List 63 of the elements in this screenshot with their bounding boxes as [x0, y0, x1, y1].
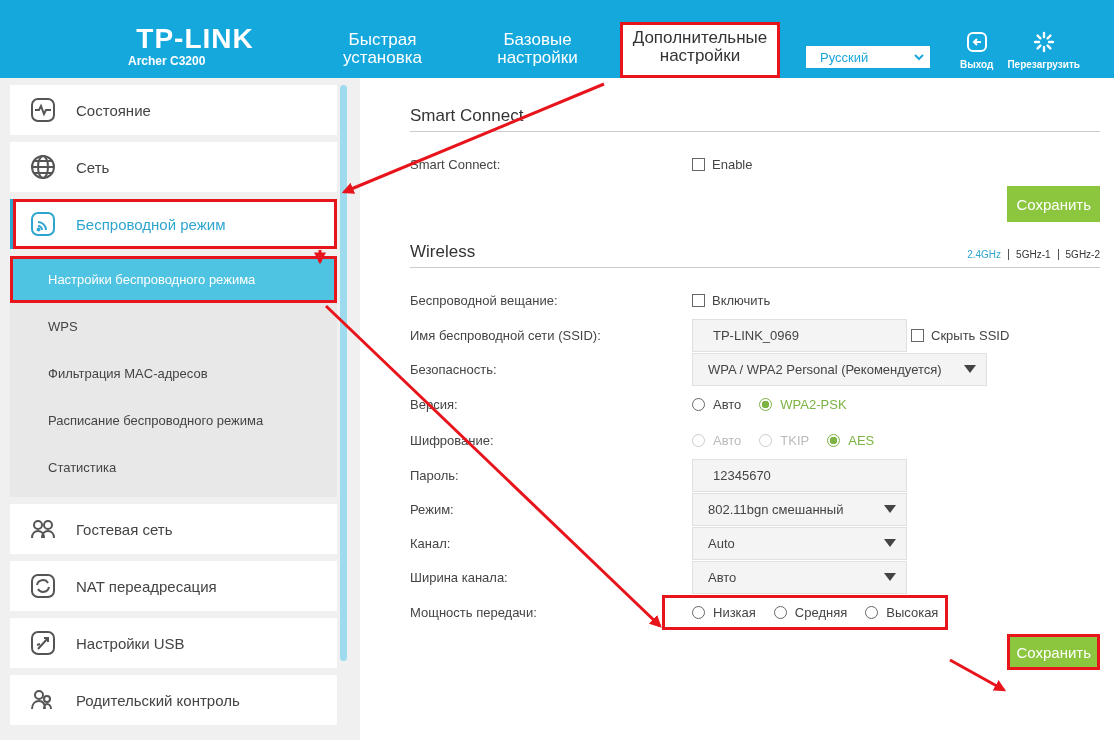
- radio-button[interactable]: [692, 397, 705, 411]
- radio-option[interactable]: Низкая: [692, 604, 756, 620]
- band-link[interactable]: 5GHz-2: [1065, 249, 1100, 260]
- sidebar-item[interactable]: Настройки USB: [10, 618, 337, 668]
- submenu-item[interactable]: Статистика: [10, 444, 337, 491]
- field-label: Безопасность:: [410, 361, 498, 377]
- checkbox[interactable]: [692, 293, 705, 307]
- caret-icon: [884, 573, 896, 581]
- radio-option[interactable]: Авто: [692, 396, 742, 412]
- annotation-arrow: [949, 658, 1007, 692]
- nav-tab[interactable]: Дополнительные настройки: [620, 22, 780, 78]
- field-label: Режим:: [410, 501, 455, 517]
- model-name: Archer C3200: [128, 54, 206, 68]
- dropdown-field[interactable]: WPA / WPA2 Personal (Рекомендуется): [692, 352, 987, 386]
- dropdown-field[interactable]: Авто: [692, 560, 907, 594]
- checkbox-option[interactable]: Включить: [692, 292, 771, 308]
- sidebar-item[interactable]: Сеть: [10, 142, 337, 192]
- chevron-icon: [914, 53, 924, 61]
- caret-icon: [963, 365, 976, 373]
- dropdown-field[interactable]: 802.11bgn смешанный: [692, 492, 907, 526]
- submenu-item[interactable]: WPS: [10, 303, 337, 350]
- usb-icon: [30, 630, 56, 656]
- annotation-arrow: [314, 250, 326, 265]
- dropdown-field[interactable]: Auto: [692, 526, 907, 560]
- sidebar-item[interactable]: Гостевая сеть: [10, 504, 337, 554]
- field-label: Беспроводной вещание:: [410, 292, 559, 308]
- caret-icon: [884, 505, 896, 513]
- scrollbar[interactable]: [340, 85, 347, 661]
- sidebar-item[interactable]: Состояние: [10, 85, 337, 135]
- logout-icon: [965, 31, 988, 53]
- radio-button[interactable]: [773, 605, 787, 619]
- field-label: Пароль:: [410, 467, 460, 483]
- sidebar-item[interactable]: Родительский контроль: [10, 675, 337, 725]
- radio-button[interactable]: [865, 605, 879, 619]
- radio-option[interactable]: Средняя: [773, 604, 848, 620]
- sidebar-item[interactable]: NAT переадресация: [10, 561, 337, 611]
- radio-button[interactable]: [759, 397, 773, 411]
- radio-option[interactable]: Высокая: [865, 604, 939, 620]
- field-label: Имя беспроводной сети (SSID):: [410, 327, 602, 343]
- submenu-item[interactable]: Фильтрация MAC-адресов: [10, 350, 337, 397]
- radio-button[interactable]: [692, 605, 705, 619]
- checkbox-option[interactable]: Скрыть SSID: [911, 327, 1010, 343]
- checkbox-option[interactable]: Enable: [692, 156, 753, 172]
- text-field[interactable]: 12345670: [692, 458, 907, 492]
- field-label: Smart Connect:: [410, 156, 502, 172]
- spinner-icon: [1032, 31, 1055, 53]
- field-label: Мощность передачи:: [410, 604, 538, 620]
- radio-button[interactable]: [827, 433, 841, 447]
- section-title: Smart Connect: [410, 106, 524, 126]
- field-label: Ширина канала:: [410, 569, 509, 585]
- brand-logo: TP-LINK: [136, 24, 254, 54]
- field-label: Канал:: [410, 535, 452, 551]
- submenu-item[interactable]: Расписание беспроводного режима: [10, 397, 337, 444]
- checkbox[interactable]: [911, 328, 924, 342]
- caret-icon: [884, 539, 896, 547]
- text-field[interactable]: TP-LINK_0969: [692, 318, 907, 352]
- checkbox[interactable]: [692, 157, 705, 171]
- pulse-icon: [30, 97, 56, 123]
- section-title: Wireless: [410, 242, 476, 262]
- band-link[interactable]: 5GHz-1: [1016, 249, 1051, 260]
- globe-icon: [30, 154, 56, 180]
- refresh-icon: [30, 573, 56, 599]
- wireless-icon: [30, 211, 56, 237]
